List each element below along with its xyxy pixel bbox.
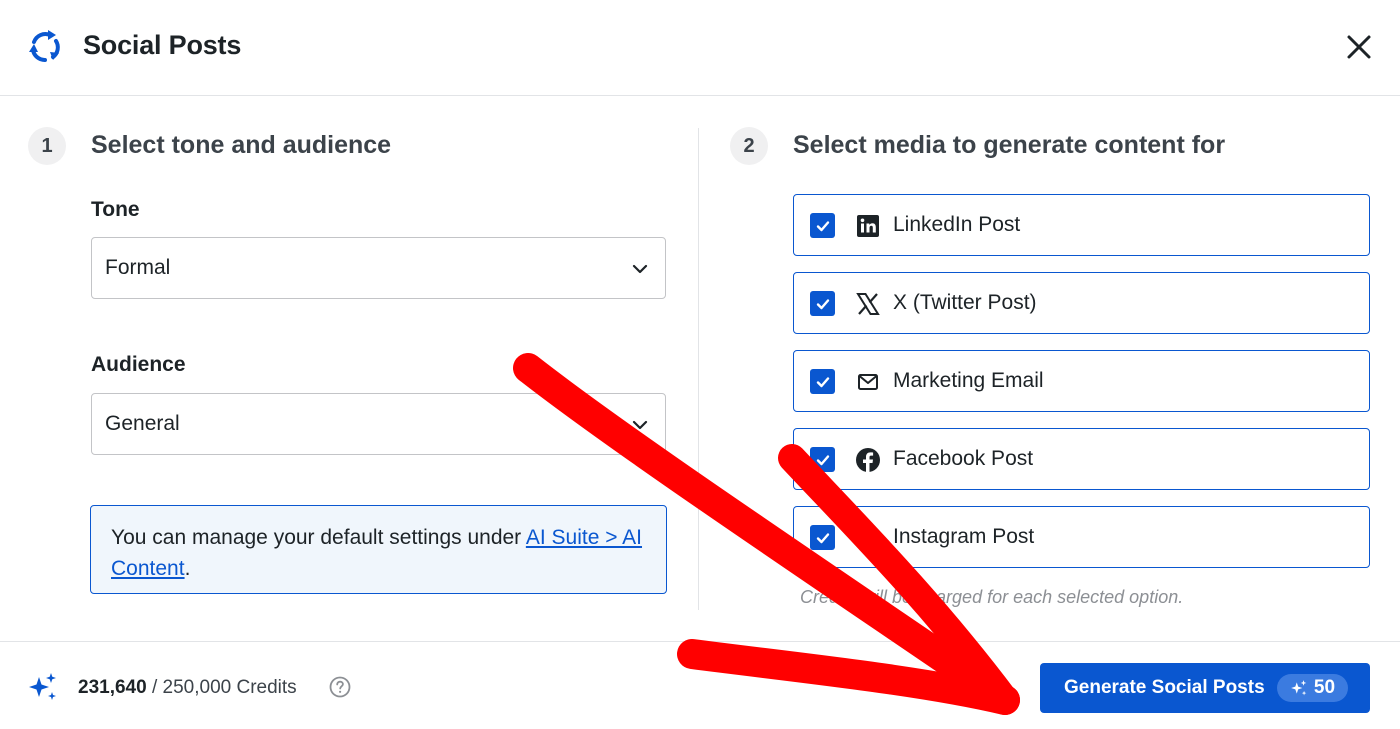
checkmark-icon [816, 532, 829, 543]
generate-social-posts-button[interactable]: Generate Social Posts 50 [1040, 663, 1370, 713]
credits-separator: / [146, 677, 163, 698]
close-icon[interactable] [1343, 31, 1375, 63]
media-option-label: Facebook Post [893, 447, 1034, 470]
audience-select[interactable]: General [91, 393, 666, 455]
linkedin-checkbox[interactable] [810, 213, 835, 238]
step-2-title: Select media to generate content for [793, 131, 1226, 159]
media-option-label: Instagram Post [893, 525, 1035, 548]
help-icon[interactable] [329, 676, 351, 698]
facebook-checkbox[interactable] [810, 447, 835, 472]
facebook-icon [855, 447, 881, 473]
checkmark-icon [816, 220, 829, 231]
credit-cost-badge: 50 [1277, 674, 1348, 702]
chevron-down-icon [632, 264, 648, 274]
step-1-number: 1 [28, 127, 66, 165]
checkmark-icon [816, 298, 829, 309]
media-option-x-twitter[interactable]: X (Twitter Post) [793, 272, 1370, 334]
media-option-label: LinkedIn Post [893, 213, 1021, 236]
modal-title: Social Posts [83, 30, 242, 60]
marketing-email-checkbox[interactable] [810, 369, 835, 394]
notice-suffix: . [184, 557, 191, 580]
instagram-checkbox[interactable] [810, 525, 835, 550]
credit-charge-note: Credits will be charged for each selecte… [800, 587, 1184, 607]
column-divider [698, 128, 699, 610]
credits-used: 231,640 [78, 677, 147, 698]
checkmark-icon [816, 376, 829, 387]
media-option-linkedin[interactable]: LinkedIn Post [793, 194, 1370, 256]
credits-total: 250,000 Credits [162, 677, 297, 698]
x-twitter-checkbox[interactable] [810, 291, 835, 316]
settings-notice: You can manage your default settings und… [90, 505, 667, 594]
tone-select[interactable]: Formal [91, 237, 666, 299]
generate-button-label: Generate Social Posts [1064, 677, 1265, 698]
notice-text: You can manage your default settings und… [111, 526, 526, 549]
media-option-marketing-email[interactable]: Marketing Email [793, 350, 1370, 412]
media-option-instagram[interactable]: Instagram Post [793, 506, 1370, 568]
instagram-icon [855, 525, 881, 551]
sparkles-icon [1291, 680, 1307, 696]
credits-counter: 231,640 / 250,000 Credits [78, 677, 297, 699]
tone-select-value: Formal [105, 256, 171, 279]
step-1-title: Select tone and audience [91, 131, 392, 159]
mail-icon [855, 369, 881, 395]
linkedin-icon [855, 213, 881, 239]
tone-label: Tone [91, 198, 140, 221]
chevron-down-icon [632, 420, 648, 430]
audience-select-value: General [105, 412, 180, 435]
sparkles-icon [29, 673, 56, 700]
checkmark-icon [816, 454, 829, 465]
circular-arrows-icon [29, 30, 60, 63]
audience-label: Audience [91, 353, 186, 376]
x-twitter-icon [855, 291, 881, 317]
modal-footer: 231,640 / 250,000 Credits Generate Socia… [0, 641, 1400, 729]
media-option-label: Marketing Email [893, 369, 1044, 392]
step-2-number: 2 [730, 127, 768, 165]
modal-header: Social Posts [0, 0, 1400, 96]
credit-cost-value: 50 [1313, 677, 1336, 698]
media-option-facebook[interactable]: Facebook Post [793, 428, 1370, 490]
media-option-label: X (Twitter Post) [893, 291, 1037, 314]
